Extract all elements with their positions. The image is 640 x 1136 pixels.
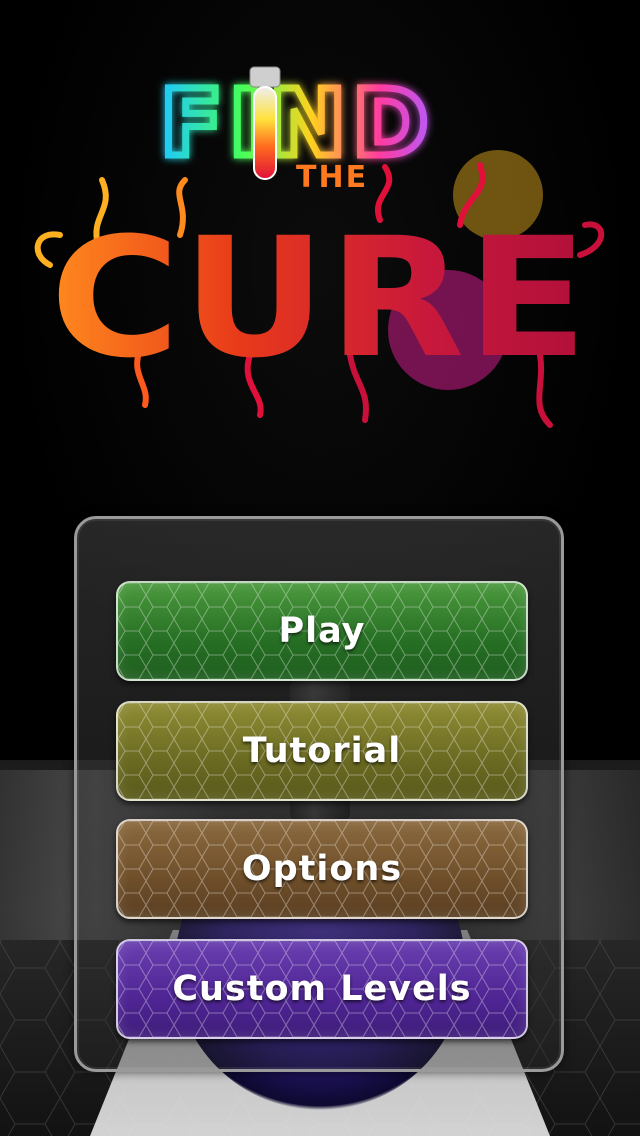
custom-levels-label: Custom Levels: [172, 969, 472, 1009]
main-menu-panel: Play Tutorial Options Custom Levels: [74, 516, 564, 1072]
logo-word-cure: CURE: [50, 202, 590, 394]
tutorial-label: Tutorial: [242, 731, 402, 771]
logo-word-the: THE: [296, 160, 368, 195]
options-label: Options: [241, 849, 403, 889]
play-button[interactable]: Play: [116, 581, 528, 681]
custom-levels-button[interactable]: Custom Levels: [116, 939, 528, 1039]
test-tube-icon: [249, 66, 281, 180]
tutorial-button[interactable]: Tutorial: [116, 701, 528, 801]
game-logo: FIND THE CURE: [20, 55, 620, 435]
options-button[interactable]: Options: [116, 819, 528, 919]
play-label: Play: [278, 611, 366, 651]
